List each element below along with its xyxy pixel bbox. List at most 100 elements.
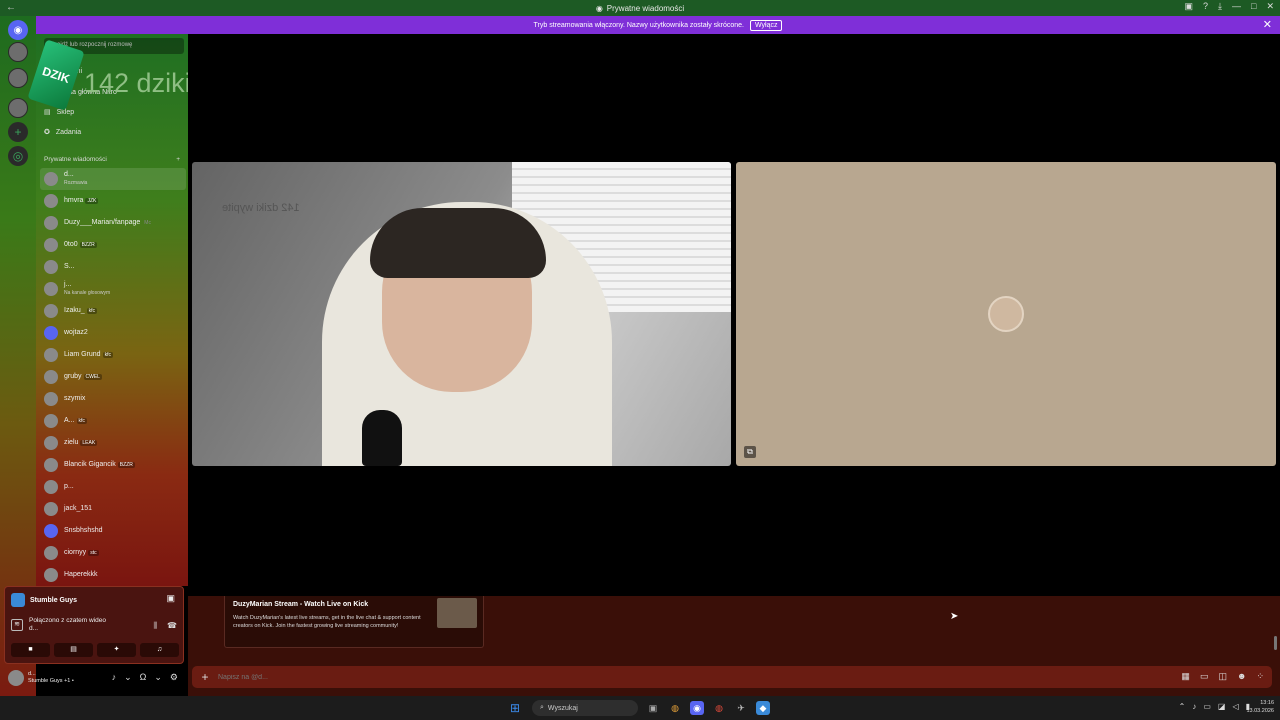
- dm-item[interactable]: jack_151: [40, 498, 186, 520]
- dm-tag: JZK: [85, 198, 99, 204]
- dm-name: Izaku_: [64, 307, 85, 314]
- banner-close-icon[interactable]: ✕: [1263, 18, 1272, 31]
- browser-icon[interactable]: ◍: [712, 701, 726, 715]
- noise-suppression-icon[interactable]: ⫼: [153, 621, 157, 631]
- clock-date: 13.03.2026: [1246, 708, 1274, 714]
- back-arrow-icon[interactable]: ←: [6, 2, 16, 13]
- voice-actions: ⫼ ☎: [153, 621, 177, 631]
- participant-tile[interactable]: ⧉: [736, 162, 1276, 466]
- game-taskbar-icon[interactable]: ◆: [756, 701, 770, 715]
- sticker-icon[interactable]: ◫: [1218, 671, 1227, 682]
- dm-text: 0to0 BZZR: [64, 241, 97, 249]
- dm-item[interactable]: szymix: [40, 388, 186, 410]
- dm-item[interactable]: Duzy___Marian/fanpage Mc: [40, 212, 186, 234]
- clock[interactable]: 13:16 13.03.2026: [1246, 699, 1274, 715]
- dm-header-label: Prywatne wiadomości: [44, 156, 107, 163]
- user-info[interactable]: d... Stumble Guys +1 •: [28, 671, 98, 685]
- dm-item[interactable]: A... kfc: [40, 410, 186, 432]
- dm-name-line: Blancik Gigancik BZZR: [64, 461, 135, 469]
- user-name: d...: [28, 671, 36, 677]
- dm-item[interactable]: hmvra JZK: [40, 190, 186, 212]
- help-icon[interactable]: ?: [1203, 1, 1208, 12]
- game-name[interactable]: Stumble Guys: [30, 597, 77, 604]
- gif-icon[interactable]: ▭: [1200, 671, 1209, 682]
- volume-icon[interactable]: ◁: [1232, 702, 1238, 711]
- activities-button[interactable]: ✦: [97, 643, 136, 657]
- microphone-icon[interactable]: ♪: [112, 672, 117, 683]
- apps-icon[interactable]: ⁘: [1256, 671, 1264, 682]
- gift-icon[interactable]: ▦: [1181, 671, 1190, 682]
- dm-item[interactable]: Blancik Gigancik BZZR: [40, 454, 186, 476]
- embed-thumbnail[interactable]: [437, 598, 477, 628]
- dm-item[interactable]: S...: [40, 256, 186, 278]
- dm-name-line: j...: [64, 281, 110, 289]
- chrome-icon[interactable]: ◍: [668, 701, 682, 715]
- disconnect-icon[interactable]: ☎: [167, 621, 177, 631]
- chevron-down-icon[interactable]: ⌄: [124, 672, 132, 683]
- message-composer: + ▦ ▭ ◫ ☻ ⁘: [192, 666, 1272, 688]
- dm-item[interactable]: Izaku_ kfc: [40, 300, 186, 322]
- dm-item[interactable]: Liam Grund kfc: [40, 344, 186, 366]
- server-icon[interactable]: [8, 68, 28, 88]
- dm-list: d... Rozmawia hmvra JZK Duzy___Marian/fanpag…: [40, 168, 186, 586]
- discover-icon[interactable]: ◎: [8, 146, 28, 166]
- server-icon[interactable]: [8, 42, 28, 62]
- task-view-icon[interactable]: ▣: [646, 701, 660, 715]
- display-tray-icon[interactable]: ▭: [1203, 702, 1211, 711]
- chevron-down-icon[interactable]: ⌄: [154, 672, 162, 683]
- screen-share-button[interactable]: ▤: [54, 643, 93, 657]
- camera-tile[interactable]: 142 dziki wypite: [192, 162, 731, 466]
- dm-item[interactable]: zielu LEAK: [40, 432, 186, 454]
- dm-tag: kfc: [76, 418, 87, 424]
- dm-text: Izaku_ kfc: [64, 307, 98, 315]
- dm-text: d... Rozmawia: [64, 171, 87, 187]
- dm-item[interactable]: j... Na kanale głosowym: [40, 278, 186, 300]
- dm-item[interactable]: Haperekkk: [40, 564, 186, 586]
- dm-text: Liam Grund kfc: [64, 351, 113, 359]
- steam-icon[interactable]: ✈: [734, 701, 748, 715]
- screen-share-icon[interactable]: ▣: [166, 593, 175, 604]
- mic-tray-icon[interactable]: ♪: [1192, 702, 1196, 711]
- close-window-button[interactable]: ✕: [1266, 1, 1274, 12]
- dm-item[interactable]: gruby CWEL: [40, 366, 186, 388]
- dm-item[interactable]: p...: [40, 476, 186, 498]
- game-icon: [11, 593, 25, 607]
- popout-icon[interactable]: ⧉: [744, 446, 756, 458]
- emoji-icon[interactable]: ☻: [1237, 671, 1246, 682]
- scrollbar[interactable]: [1274, 636, 1277, 650]
- create-dm-button[interactable]: +: [176, 156, 180, 163]
- add-server-icon[interactable]: +: [8, 122, 28, 142]
- dm-name: d...: [64, 171, 74, 178]
- dm-item[interactable]: wojtaz2: [40, 322, 186, 344]
- attach-plus-icon[interactable]: +: [192, 670, 218, 684]
- signal-icon[interactable]: ≋: [11, 619, 23, 631]
- dm-item[interactable]: ciornyy stc: [40, 542, 186, 564]
- headphones-icon[interactable]: Ω: [140, 672, 147, 683]
- dm-avatar: [44, 194, 58, 208]
- discord-taskbar-icon[interactable]: ◉: [690, 701, 704, 715]
- taskbar-search[interactable]: ⌕ Wyszukaj: [532, 700, 638, 716]
- inbox-icon[interactable]: ▣: [1185, 1, 1194, 12]
- dm-item[interactable]: 0to0 BZZR: [40, 234, 186, 256]
- home-discord-icon[interactable]: ◉: [8, 20, 28, 40]
- dm-name: p...: [64, 483, 74, 490]
- soundboard-button[interactable]: ♫: [140, 643, 179, 657]
- camera-button[interactable]: ■: [11, 643, 50, 657]
- dm-name: szymix: [64, 395, 86, 402]
- settings-gear-icon[interactable]: ⚙: [170, 672, 178, 683]
- download-icon[interactable]: ⤓: [1218, 1, 1222, 12]
- connection-status-text[interactable]: Połączono z czatem wideo: [29, 617, 106, 624]
- network-icon[interactable]: ◪: [1218, 702, 1226, 711]
- user-avatar[interactable]: [8, 670, 24, 686]
- link-embed[interactable]: DuzyMarian Stream - Watch Live on Kick W…: [224, 596, 484, 648]
- disable-streamer-mode-button[interactable]: Wyłącz: [749, 19, 783, 31]
- dm-tag: LEAK: [80, 440, 98, 446]
- dm-item[interactable]: d... Rozmawia: [40, 168, 186, 190]
- maximize-button[interactable]: □: [1251, 1, 1256, 12]
- minimize-button[interactable]: —: [1232, 1, 1241, 12]
- windows-start-icon[interactable]: ⊞: [510, 701, 524, 715]
- dm-item[interactable]: Snsbhshshd: [40, 520, 186, 542]
- server-icon[interactable]: [8, 98, 28, 118]
- tray-chevron-icon[interactable]: ⌃: [1179, 702, 1186, 711]
- message-input[interactable]: [218, 673, 1118, 681]
